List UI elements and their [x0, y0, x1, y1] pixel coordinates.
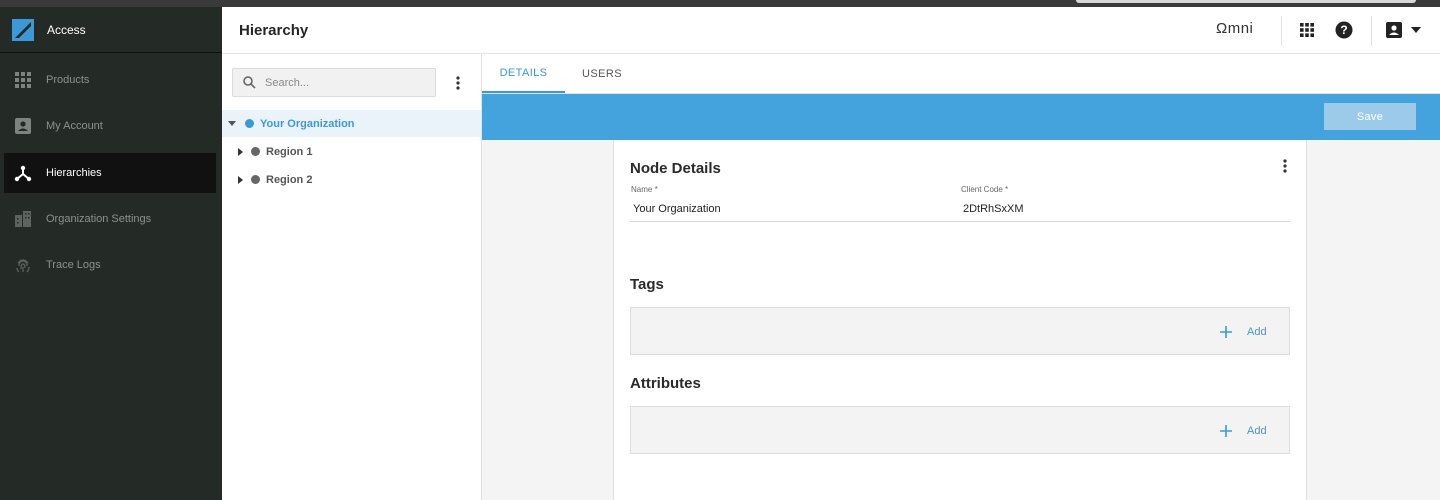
- top-header: Hierarchy Ωmni ?: [222, 7, 1440, 54]
- plus-icon: [1219, 325, 1233, 339]
- caret-right-icon[interactable]: [235, 147, 245, 157]
- brand-logo-icon: [12, 18, 34, 41]
- attributes-box: Add: [630, 406, 1290, 454]
- grid-icon: [14, 71, 32, 89]
- window-top-strip: [0, 0, 1440, 7]
- add-attribute-button[interactable]: Add: [1219, 422, 1267, 440]
- tree-node-label: Your Organization: [260, 117, 355, 130]
- help-icon[interactable]: ?: [1334, 20, 1354, 40]
- search-box[interactable]: [232, 68, 436, 97]
- omni-logo[interactable]: Ωmni: [1216, 20, 1253, 37]
- caret-down-icon[interactable]: [227, 119, 237, 129]
- tab-details[interactable]: DETAILS: [482, 54, 565, 93]
- divider: [1281, 16, 1282, 46]
- svg-text:?: ?: [1340, 23, 1347, 37]
- sidebar-item-trace-logs[interactable]: Trace Logs: [4, 245, 216, 285]
- name-label: Name *: [631, 185, 658, 194]
- sidebar-item-hierarchies[interactable]: Hierarchies: [4, 153, 216, 193]
- top-pill: [1076, 0, 1416, 3]
- action-bar: Save: [482, 94, 1440, 140]
- tags-title: Tags: [630, 276, 664, 293]
- account-box-icon: [14, 117, 32, 135]
- hierarchy-icon: [14, 164, 32, 182]
- caret-right-icon[interactable]: [235, 175, 245, 185]
- app-name: Access: [47, 22, 86, 37]
- apps-grid-icon[interactable]: [1297, 20, 1317, 40]
- fingerprint-icon: [14, 256, 32, 274]
- page-title: Hierarchy: [239, 22, 309, 39]
- node-dot: [251, 175, 260, 184]
- add-label: Add: [1247, 425, 1267, 437]
- caret-down-icon[interactable]: [1406, 20, 1426, 40]
- node-details-title: Node Details: [630, 160, 721, 177]
- save-button[interactable]: Save: [1324, 103, 1416, 130]
- detail-tabs: DETAILS USERS: [482, 54, 1440, 94]
- brand[interactable]: Access: [0, 7, 222, 53]
- more-vert-icon[interactable]: [1277, 156, 1293, 176]
- divider: [1371, 16, 1372, 46]
- search-icon: [241, 75, 257, 91]
- node-details-card: Node Details Name * Your Organization Cl…: [613, 140, 1307, 500]
- attributes-title: Attributes: [630, 375, 701, 392]
- sidebar-item-organization-settings[interactable]: Organization Settings: [4, 199, 216, 239]
- name-value[interactable]: Your Organization: [633, 203, 721, 215]
- tree-node-label: Region 1: [266, 145, 313, 158]
- tree-node-region-2[interactable]: Region 2: [222, 166, 481, 193]
- building-icon: [14, 210, 32, 228]
- client-code-field[interactable]: Client Code * 2DtRhSxXM: [960, 184, 1290, 222]
- account-icon[interactable]: [1384, 20, 1404, 40]
- sidebar: Access Products My Account Hierarchies O…: [0, 7, 222, 500]
- tab-users[interactable]: USERS: [565, 54, 639, 93]
- client-code-value[interactable]: 2DtRhSxXM: [963, 203, 1024, 215]
- sidebar-item-label: Products: [46, 74, 90, 86]
- sidebar-item-label: My Account: [46, 120, 103, 132]
- add-tag-button[interactable]: Add: [1219, 323, 1267, 341]
- more-vert-icon[interactable]: [450, 73, 466, 93]
- sidebar-item-label: Trace Logs: [46, 259, 101, 271]
- sidebar-item-label: Hierarchies: [46, 167, 102, 179]
- client-code-label: Client Code *: [961, 185, 1009, 194]
- sidebar-item-products[interactable]: Products: [4, 60, 216, 100]
- tags-box: Add: [630, 307, 1290, 355]
- search-input[interactable]: [265, 76, 425, 89]
- node-dot: [251, 147, 260, 156]
- hierarchy-tree-panel: Your Organization Region 1 Region 2: [222, 54, 482, 500]
- add-label: Add: [1247, 326, 1267, 338]
- tree-node-your-organization[interactable]: Your Organization: [222, 110, 481, 137]
- node-dot: [245, 119, 254, 128]
- sidebar-item-my-account[interactable]: My Account: [4, 106, 216, 146]
- plus-icon: [1219, 424, 1233, 438]
- sidebar-item-label: Organization Settings: [46, 213, 152, 225]
- tree-node-label: Region 2: [266, 173, 313, 186]
- tree-node-region-1[interactable]: Region 1: [222, 138, 481, 165]
- name-field[interactable]: Name * Your Organization: [630, 184, 960, 222]
